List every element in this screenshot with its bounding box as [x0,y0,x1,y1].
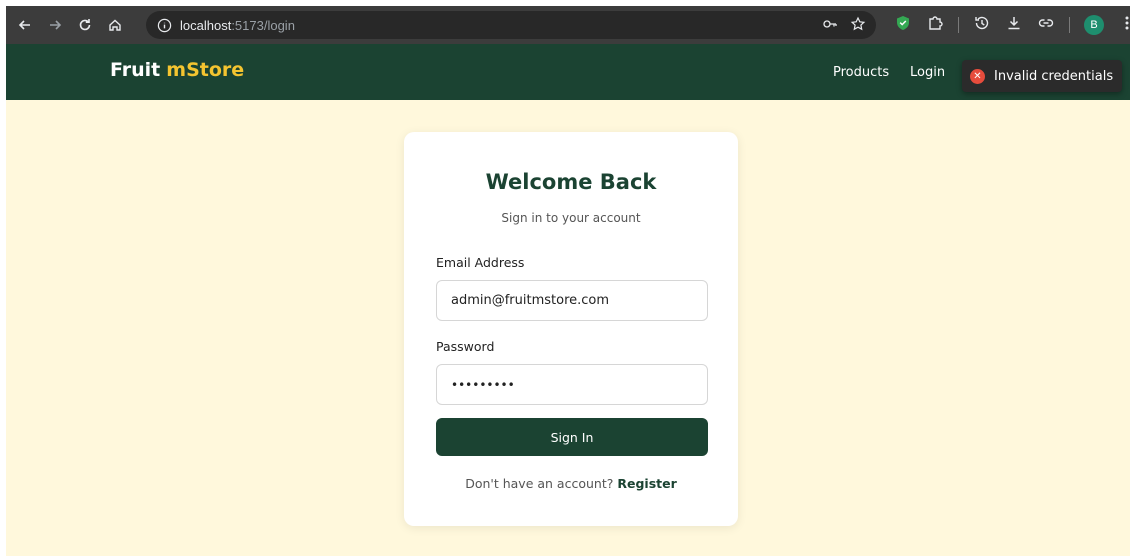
profile-avatar[interactable]: B [1084,15,1104,35]
page-subtitle: Sign in to your account [501,211,641,225]
forward-icon[interactable] [44,14,66,36]
site-header: Fruit mStore Products Login ✕ Invalid cre… [6,44,1130,100]
toast-message: Invalid credentials [994,68,1114,84]
address-bar[interactable]: localhost:5173/login [146,11,876,39]
page-title: Welcome Back [485,170,657,194]
password-label: Password [436,339,495,354]
toolbar-divider [1069,17,1070,33]
register-link[interactable]: Register [617,476,676,491]
sign-in-button[interactable]: Sign In [436,418,708,456]
download-icon[interactable] [1005,14,1023,36]
email-label: Email Address [436,255,525,270]
page-body: Welcome Back Sign in to your account Ema… [6,100,1130,556]
nav-login-link[interactable]: Login [910,65,945,80]
nav-products-link[interactable]: Products [833,65,889,80]
site-info-icon[interactable] [156,17,172,33]
browser-toolbar: localhost:5173/login B [6,6,1130,44]
url-path: :5173/login [231,17,295,33]
brand-accent: mStore [166,59,245,81]
back-icon[interactable] [14,14,36,36]
link-icon[interactable] [1037,14,1055,36]
key-icon[interactable] [822,16,838,36]
password-field[interactable]: ••••••••• [436,364,708,405]
register-prompt: Don't have an account? Register [404,476,738,491]
email-field[interactable]: admin@fruitmstore.com [436,280,708,321]
brand-main: Fruit [110,59,161,81]
login-card: Welcome Back Sign in to your account Ema… [404,132,738,526]
error-icon: ✕ [970,68,985,84]
url-host: localhost [180,17,232,33]
home-icon[interactable] [104,14,126,36]
shield-extension-icon[interactable] [894,14,912,36]
history-icon[interactable] [973,14,991,36]
brand-logo[interactable]: Fruit mStore [110,59,244,81]
star-icon[interactable] [850,16,866,36]
toolbar-divider [958,17,959,33]
url-text: localhost:5173/login [180,18,295,33]
error-toast[interactable]: ✕ Invalid credentials [962,60,1122,92]
puzzle-icon[interactable] [926,14,944,36]
menu-icon[interactable] [1118,14,1130,36]
reload-icon[interactable] [74,14,96,36]
register-prompt-text: Don't have an account? [465,476,614,491]
